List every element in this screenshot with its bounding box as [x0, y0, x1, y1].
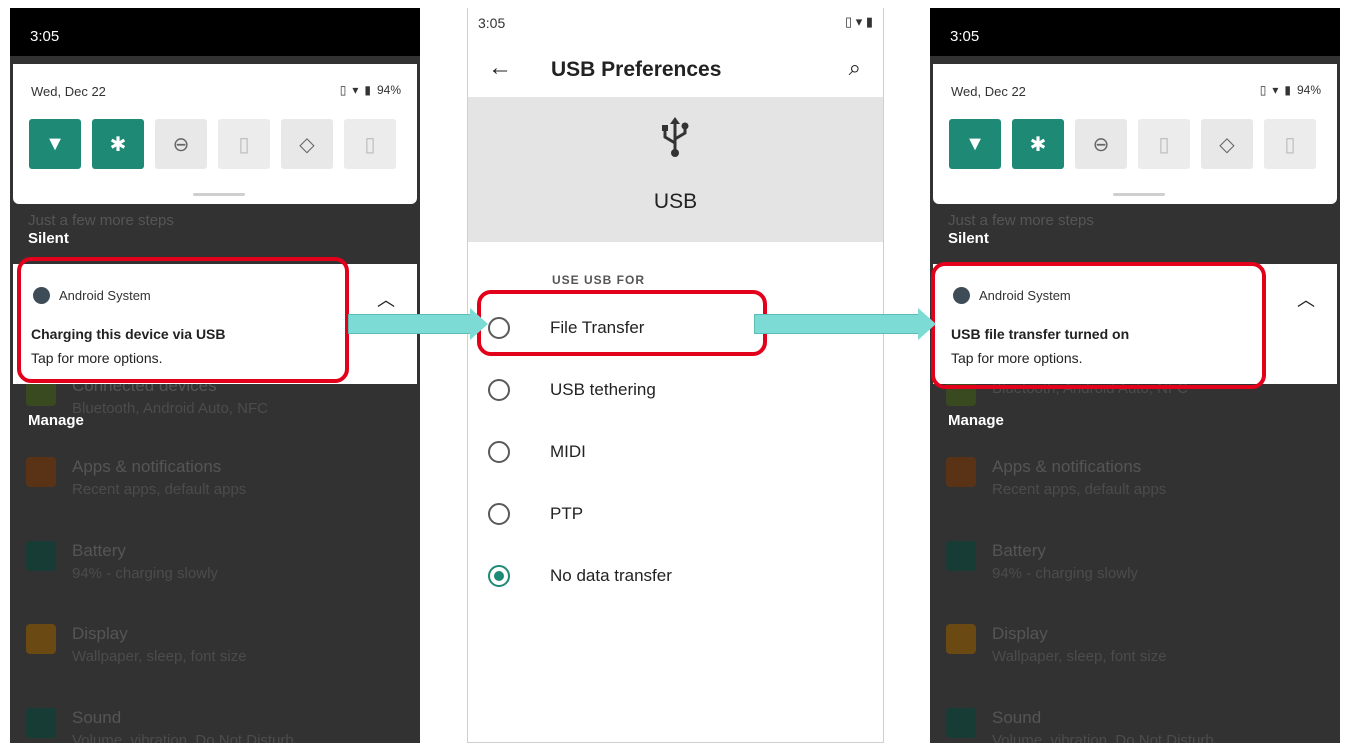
list-item: Apps & notifications Recent apps, default…	[946, 457, 1166, 498]
option-midi[interactable]: MIDI	[488, 432, 586, 472]
chevron-up-icon[interactable]: ︿	[377, 286, 395, 312]
chevron-up-icon[interactable]: ︿	[1297, 286, 1315, 312]
list-item: Apps & notifications Recent apps, default…	[26, 457, 246, 498]
option-usb-tethering[interactable]: USB tethering	[488, 370, 656, 410]
arrow-head	[918, 308, 936, 340]
radio-button[interactable]	[488, 379, 510, 401]
battery-status-icon: ▮	[364, 83, 371, 97]
quick-settings-panel: Wed, Dec 22 ▯ ▾ ▮ 94% ▼ ✱ ⊖ ▯ ◇ ▯	[13, 64, 417, 204]
underlying-text: Just a few more steps	[948, 212, 1094, 229]
silent-section-label: Silent	[28, 230, 69, 247]
underlying-text: Just a few more steps	[28, 212, 174, 229]
search-icon[interactable]: ⌕	[849, 55, 861, 81]
wifi-icon[interactable]: ▼	[949, 119, 1001, 169]
radio-button[interactable]	[488, 503, 510, 525]
usb-icon	[662, 117, 689, 157]
battery-saver-icon[interactable]: ▯	[1264, 119, 1316, 169]
middle-phone-screen: 3:05 ▯ ▾ ▮ ← USB Preferences ⌕ USB USE U…	[467, 8, 884, 743]
apps-icon	[26, 457, 56, 487]
flashlight-icon[interactable]: ▯	[1138, 119, 1190, 169]
do-not-disturb-icon[interactable]: ⊖	[1075, 119, 1127, 169]
list-item: Sound Volume, vibration, Do Not Disturb	[946, 708, 1214, 743]
battery-percent: 94%	[1296, 83, 1321, 97]
display-icon	[26, 624, 56, 654]
qs-date: Wed, Dec 22	[951, 84, 1026, 99]
sound-icon	[26, 708, 56, 738]
manage-section-label: Manage	[28, 412, 84, 429]
drag-handle[interactable]	[1113, 193, 1165, 196]
list-item: Battery 94% - charging slowly	[946, 541, 1138, 582]
option-no-data-transfer[interactable]: No data transfer	[488, 556, 672, 596]
auto-rotate-icon[interactable]: ◇	[281, 119, 333, 169]
bluetooth-icon[interactable]: ✱	[92, 119, 144, 169]
arrow-connector	[348, 314, 472, 334]
highlight-box	[931, 262, 1266, 389]
display-icon	[946, 624, 976, 654]
option-ptp[interactable]: PTP	[488, 494, 583, 534]
battery-icon	[946, 541, 976, 571]
qs-tiles: ▼ ✱ ⊖ ▯ ◇ ▯	[949, 119, 1316, 169]
list-item: Battery 94% - charging slowly	[26, 541, 218, 582]
radio-button-checked[interactable]	[488, 565, 510, 587]
auto-rotate-icon[interactable]: ◇	[1201, 119, 1253, 169]
sound-icon	[946, 708, 976, 738]
wifi-signal-icon: ▾	[1272, 83, 1279, 97]
list-item: Display Wallpaper, sleep, font size	[946, 624, 1167, 665]
qs-date: Wed, Dec 22	[31, 84, 106, 99]
qs-status-icons: ▯ ▾ ▮ 94%	[340, 83, 401, 97]
list-item: Display Wallpaper, sleep, font size	[26, 624, 247, 665]
arrow-connector	[754, 314, 920, 334]
wifi-icon[interactable]: ▼	[29, 119, 81, 169]
highlight-box	[17, 257, 349, 383]
back-arrow-icon[interactable]: ←	[488, 54, 512, 82]
radio-button[interactable]	[488, 441, 510, 463]
vibrate-icon: ▯	[1259, 83, 1267, 97]
status-bar: 3:05	[10, 8, 420, 56]
apps-icon	[946, 457, 976, 487]
status-bar: 3:05 ▯ ▾ ▮	[468, 8, 883, 38]
qs-status-icons: ▯ ▾ ▮ 94%	[1260, 83, 1321, 97]
flashlight-icon[interactable]: ▯	[218, 119, 270, 169]
battery-saver-icon[interactable]: ▯	[344, 119, 396, 169]
status-time: 3:05	[950, 28, 980, 45]
vibrate-icon: ▯	[339, 83, 347, 97]
list-item: Sound Volume, vibration, Do Not Disturb	[26, 708, 294, 743]
status-bar: 3:05	[930, 8, 1340, 56]
usb-label: USB	[653, 190, 698, 213]
qs-tiles: ▼ ✱ ⊖ ▯ ◇ ▯	[29, 119, 396, 169]
silent-section-label: Silent	[948, 230, 989, 247]
battery-percent: 94%	[376, 83, 401, 97]
manage-section-label: Manage	[948, 412, 1004, 429]
page-title: USB Preferences	[551, 58, 722, 81]
status-time: 3:05	[30, 28, 60, 45]
status-time: 3:05	[478, 15, 506, 31]
do-not-disturb-icon[interactable]: ⊖	[155, 119, 207, 169]
arrow-head	[470, 308, 488, 340]
highlight-box	[477, 290, 767, 356]
bluetooth-icon[interactable]: ✱	[1012, 119, 1064, 169]
battery-icon	[26, 541, 56, 571]
usb-header: USB	[468, 97, 883, 242]
battery-status-icon: ▮	[1284, 83, 1291, 97]
quick-settings-panel: Wed, Dec 22 ▯ ▾ ▮ 94% ▼ ✱ ⊖ ▯ ◇ ▯	[933, 64, 1337, 204]
wifi-signal-icon: ▾	[352, 83, 359, 97]
status-icons: ▯ ▾ ▮	[844, 14, 873, 29]
use-usb-for-label: USE USB FOR	[552, 273, 646, 287]
app-bar: ← USB Preferences ⌕	[468, 38, 883, 98]
drag-handle[interactable]	[193, 193, 245, 196]
